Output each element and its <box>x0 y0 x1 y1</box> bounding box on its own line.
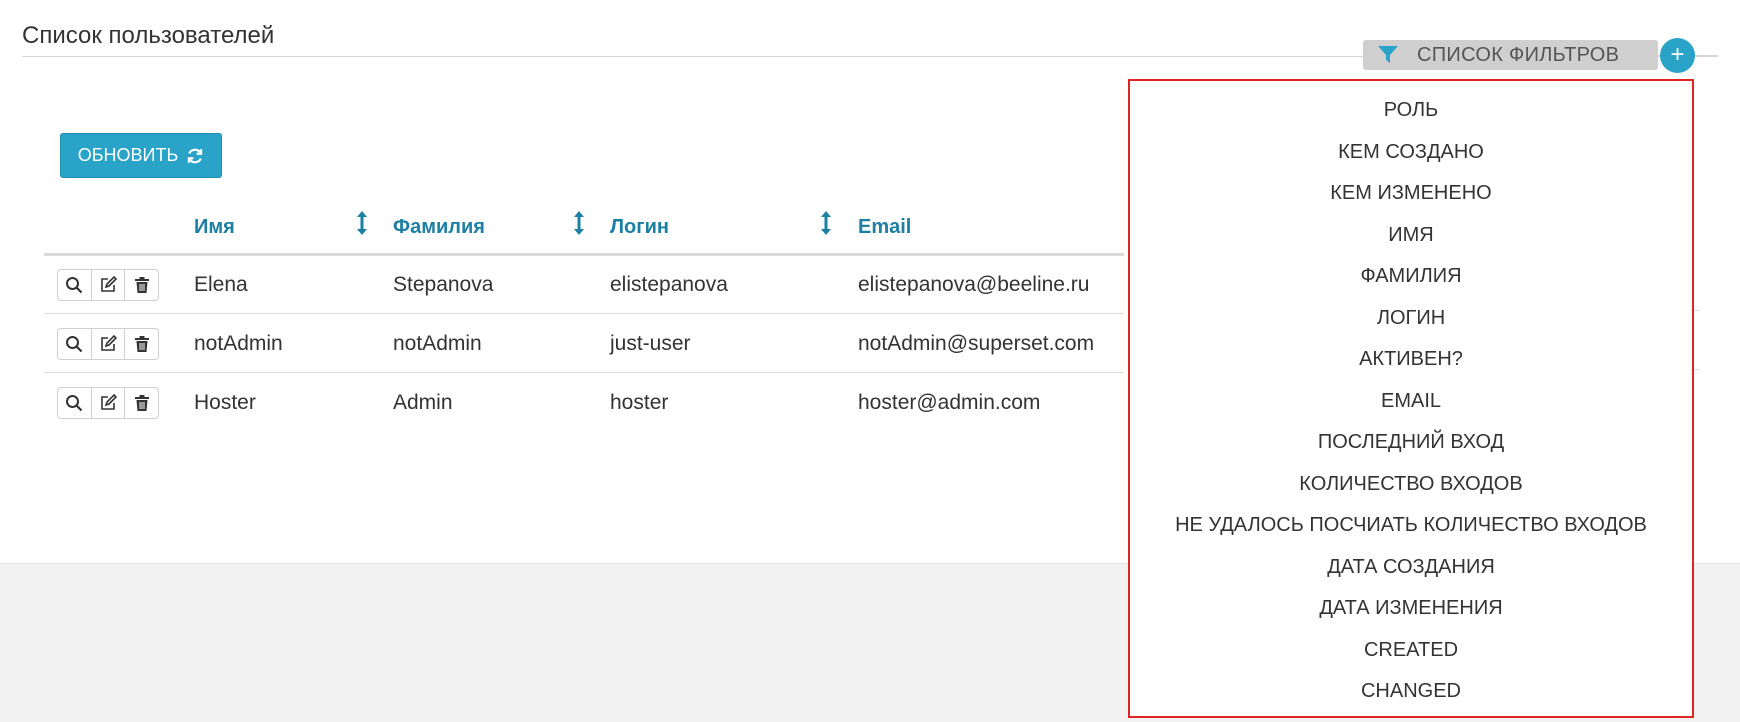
filter-option-role[interactable]: РОЛЬ <box>1130 94 1692 126</box>
view-button[interactable] <box>58 329 92 359</box>
cell-last-name: Admin <box>393 391 453 414</box>
page-title: Список пользователей <box>22 22 275 49</box>
delete-button[interactable] <box>125 270 158 300</box>
filter-option-last-login[interactable]: ПОСЛЕДНИЙ ВХОД <box>1130 426 1692 458</box>
cell-login: elistepanova <box>610 273 728 296</box>
cell-email: notAdmin@superset.com <box>858 332 1095 355</box>
cell-last-name: notAdmin <box>393 332 482 355</box>
delete-button[interactable] <box>125 329 158 359</box>
table-row: Elena Stepanova elistepanova elistepanov… <box>44 255 1124 314</box>
table-row: notAdmin notAdmin just-user notAdmin@sup… <box>44 314 1124 373</box>
cell-first-name: notAdmin <box>194 332 283 355</box>
cell-login: hoster <box>610 391 669 414</box>
search-icon <box>66 277 83 294</box>
row-actions <box>57 387 159 419</box>
filter-icon <box>1378 46 1398 63</box>
trash-icon <box>134 336 149 352</box>
cell-email: hoster@admin.com <box>858 391 1041 414</box>
column-header-last-name[interactable]: Фамилия <box>393 216 485 239</box>
filter-option-active[interactable]: АКТИВЕН? <box>1130 343 1692 375</box>
filter-list-label: СПИСОК ФИЛЬТРОВ <box>1417 43 1620 66</box>
cell-last-name: Stepanova <box>393 273 494 296</box>
filter-option-first-name[interactable]: ИМЯ <box>1130 219 1692 251</box>
column-header-first-name[interactable]: Имя <box>194 216 235 239</box>
refresh-button-label: ОБНОВИТЬ <box>77 145 179 165</box>
filter-dropdown: РОЛЬ КЕМ СОЗДАНО КЕМ ИЗМЕНЕНО ИМЯ ФАМИЛИ… <box>1128 79 1694 718</box>
edit-icon <box>101 276 117 292</box>
edit-button[interactable] <box>92 329 126 359</box>
refresh-icon <box>188 148 203 163</box>
filter-option-login-count[interactable]: КОЛИЧЕСТВО ВХОДОВ <box>1130 468 1692 500</box>
edit-icon <box>101 394 117 410</box>
sort-icon[interactable] <box>355 210 369 236</box>
filter-option-changed-date[interactable]: ДАТА ИЗМЕНЕНИЯ <box>1130 592 1692 624</box>
view-button[interactable] <box>58 270 92 300</box>
table-row: Hoster Admin hoster hoster@admin.com <box>44 373 1124 432</box>
filter-option-login[interactable]: ЛОГИН <box>1130 302 1692 334</box>
filter-option-failed-login-count[interactable]: НЕ УДАЛОСЬ ПОСЧИАТЬ КОЛИЧЕСТВО ВХОДОВ <box>1130 509 1692 541</box>
cell-login: just-user <box>610 332 691 355</box>
column-header-login[interactable]: Логин <box>610 216 669 239</box>
table-edge <box>1694 252 1700 376</box>
filter-option-created[interactable]: CREATED <box>1130 634 1692 666</box>
filter-option-changed-by[interactable]: КЕМ ИЗМЕНЕНО <box>1130 177 1692 209</box>
add-filter-button[interactable]: + <box>1660 38 1695 73</box>
trash-icon <box>134 277 149 293</box>
cell-email: elistepanova@beeline.ru <box>858 273 1090 296</box>
filter-option-email[interactable]: EMAIL <box>1130 385 1692 417</box>
sort-icon[interactable] <box>819 210 833 236</box>
row-actions <box>57 269 159 301</box>
sort-icon[interactable] <box>572 210 586 236</box>
delete-button[interactable] <box>125 388 158 418</box>
filter-option-last-name[interactable]: ФАМИЛИЯ <box>1130 260 1692 292</box>
refresh-button[interactable]: ОБНОВИТЬ <box>60 133 222 178</box>
column-header-email[interactable]: Email <box>858 216 911 239</box>
filter-option-created-date[interactable]: ДАТА СОЗДАНИЯ <box>1130 551 1692 583</box>
filter-option-changed[interactable]: CHANGED <box>1130 675 1692 707</box>
trash-icon <box>134 395 149 411</box>
filter-list-toggle[interactable]: СПИСОК ФИЛЬТРОВ <box>1363 40 1658 70</box>
table-header: Имя Фамилия Логин Email <box>44 200 1124 254</box>
search-icon <box>66 336 83 353</box>
row-actions <box>57 328 159 360</box>
filter-option-created-by[interactable]: КЕМ СОЗДАНО <box>1130 136 1692 168</box>
edit-button[interactable] <box>92 388 126 418</box>
cell-first-name: Hoster <box>194 391 256 414</box>
view-button[interactable] <box>58 388 92 418</box>
search-icon <box>66 395 83 412</box>
edit-icon <box>101 335 117 351</box>
edit-button[interactable] <box>92 270 126 300</box>
cell-first-name: Elena <box>194 273 248 296</box>
